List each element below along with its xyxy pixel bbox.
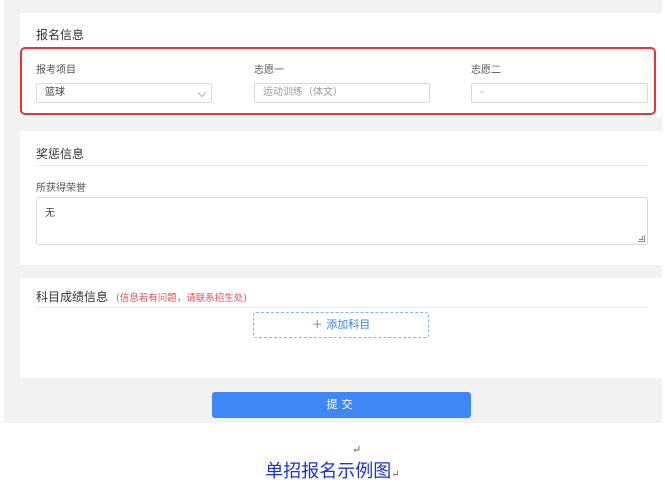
- highlight-frame: [20, 47, 656, 115]
- honors-value: 无: [45, 208, 55, 219]
- honors-textarea[interactable]: 无: [36, 197, 648, 245]
- awards-divider: [36, 165, 648, 166]
- awards-card: 奖惩信息 所获得荣誉 无: [20, 131, 664, 265]
- submit-button[interactable]: 提交: [212, 392, 471, 418]
- caption-paragraph-mark: ↵: [391, 469, 400, 480]
- resize-handle-icon[interactable]: [638, 235, 645, 242]
- scores-note: (信息若有问题，请联系招生处): [116, 293, 247, 304]
- scores-card: 科目成绩信息 (信息若有问题，请联系招生处) ＋ 添加科目: [20, 278, 664, 378]
- caption-row: 单招报名示例图↵: [0, 457, 665, 483]
- add-subject-button[interactable]: ＋ 添加科目: [253, 312, 429, 338]
- scores-title-row: 科目成绩信息 (信息若有问题，请联系招生处): [36, 288, 247, 305]
- caption-text: 单招报名示例图: [265, 461, 392, 482]
- registration-title: 报名信息: [36, 28, 85, 42]
- paragraph-mark: ↵: [352, 443, 362, 456]
- scores-title: 科目成绩信息: [36, 290, 109, 304]
- honors-label: 所获得荣誉: [36, 183, 86, 194]
- awards-title: 奖惩信息: [36, 147, 85, 161]
- scores-divider: [36, 307, 648, 308]
